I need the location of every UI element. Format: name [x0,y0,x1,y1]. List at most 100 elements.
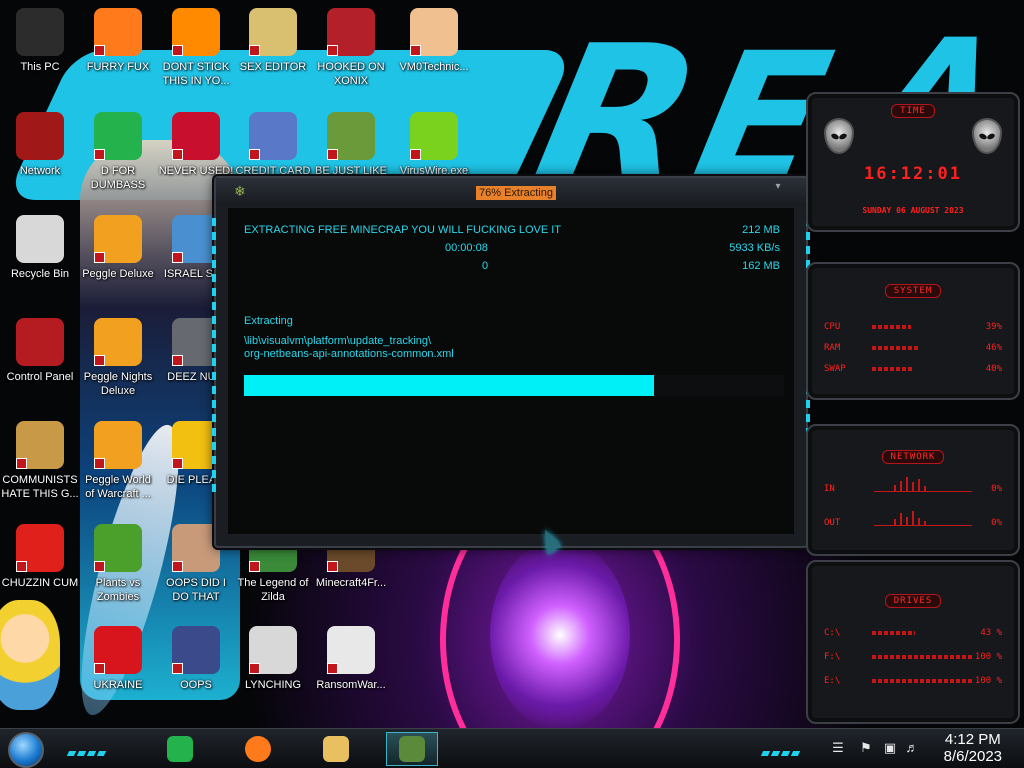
desktop-icon-d-for-dumbass[interactable]: D FOR DUMBASS [78,106,158,206]
desktop-icon-label: COMMUNISTS HATE THIS G... [1,474,79,500]
network-tray-icon[interactable]: ▣ [882,739,898,757]
desktop-icon-label: UKRAINE [93,679,143,691]
errors-value: 0 [482,260,489,272]
desktop-icon-recycle-bin[interactable]: Recycle Bin [0,209,80,309]
desktop-icon-control-panel[interactable]: Control Panel [0,312,80,412]
minecraft-icon [399,736,425,762]
firefox-icon [94,8,142,56]
shortcut-arrow-icon [172,355,183,366]
desktop-icon-ukraine[interactable]: UKRAINE [78,620,158,720]
desktop-icon-label: OOPS DID I DO THAT [166,577,226,603]
desktop-icon-label: Peggle Nights Deluxe [83,371,153,397]
network-gadget[interactable]: NETWORK IN 0% OUT 0% [806,424,1020,556]
gadget-row: OUT 0% [824,518,1002,530]
desktop-icon-label: HOOKED ON XONIX [317,61,385,87]
gadget-row-value: 0% [991,518,1002,528]
desktop-icon-chuzzin-cum[interactable]: CHUZZIN CUM [0,518,80,618]
credit-card-icon [249,112,297,160]
shoe-icon [172,626,220,674]
shortcut-arrow-icon [327,561,338,572]
taskbar-notes-button[interactable] [154,732,206,766]
shortcut-arrow-icon [172,561,183,572]
desktop-icon-plants-vs-zombies[interactable]: Plants vs Zombies [78,518,158,618]
desktop-icon-label: Control Panel [6,371,74,383]
hex-editor-icon [249,8,297,56]
shortcut-arrow-icon [249,561,260,572]
gadget-row-bar [872,325,911,329]
desktop-icon-label: Network [19,165,61,177]
desktop-icon-network[interactable]: Network [0,106,80,206]
desktop-icon-label: Peggle World of Warcraft ... [85,474,151,500]
system-gadget-title: SYSTEM [884,284,942,298]
shortcut-arrow-icon [172,458,183,469]
desktop-icon-vm0technic[interactable]: VM0Technic... [394,2,474,102]
gadget-row: SWAP 40% [824,364,1002,376]
start-button[interactable] [8,732,44,768]
control-panel-icon [16,318,64,366]
status-label: Extracting [244,315,293,327]
window-titlebar[interactable]: ❄ 76% Extracting ▾ [216,178,806,206]
shortcut-arrow-icon [410,45,421,56]
taskbar-minecraft-button[interactable] [386,732,438,766]
desktop-icon-label: FURRY FUX [86,61,150,73]
window-title: 76% Extracting [476,186,556,200]
desktop-icon-peggle-world[interactable]: Peggle World of Warcraft ... [78,415,158,515]
skull-icon [327,626,375,674]
shortcut-arrow-icon [94,149,105,160]
desktop-icon-communists[interactable]: COMMUNISTS HATE THIS G... [0,415,80,515]
radiation-icon [94,626,142,674]
network-gadget-title: NETWORK [881,450,945,464]
taskbar-accent-right [760,743,802,756]
gadget-row-bar [872,631,915,635]
time-gadget[interactable]: TIME 16:12:01 SUNDAY 06 AUGUST 2023 [806,92,1020,232]
drives-gadget[interactable]: DRIVES C:\ 43 % F:\ 100 % E:\ 100 % [806,560,1020,724]
taskbar-clock[interactable]: 4:12 PM 8/6/2023 [944,731,1002,765]
taskbar: ☰ ⚑ ▣ ♬ 4:12 PM 8/6/2023 [0,728,1024,768]
gadget-row-label: CPU [824,322,841,332]
show-hidden-icons-icon[interactable]: ☰ [830,739,846,757]
shortcut-arrow-icon [327,45,338,56]
system-gadget[interactable]: SYSTEM CPU 39% RAM 46% SWAP 40% [806,262,1020,400]
shortcut-arrow-icon [94,663,105,674]
current-file: org-netbeans-api-annotations-common.xml [244,348,454,360]
recycle-bin-icon [16,215,64,263]
taskbar-time: 4:12 PM [944,731,1001,748]
extract-progress-window[interactable]: ❄ 76% Extracting ▾ EXTRACTING FREE MINEC… [212,176,810,548]
gadget-row-value: 46% [985,343,1002,353]
desktop-icon-this-pc[interactable]: This PC [0,2,80,102]
gadget-row-value: 43 % [980,628,1002,638]
desktop-icon-furry-fux[interactable]: FURRY FUX [78,2,158,102]
taskbar-explorer-button[interactable] [310,732,362,766]
vlc-cone-icon [172,8,220,56]
portrait-icon [172,524,220,572]
action-center-flag-icon[interactable]: ⚑ [858,739,874,757]
volume-icon[interactable]: ♬ [904,739,920,757]
taskbar-firefox-button[interactable] [232,732,284,766]
shortcut-arrow-icon [327,663,338,674]
shortcut-arrow-icon [172,663,183,674]
desktop-icon-label: This PC [20,61,60,73]
gadget-row-label: C:\ [824,628,841,638]
desktop-icon-peggle-deluxe[interactable]: Peggle Deluxe [78,209,158,309]
shortcut-arrow-icon [172,252,183,263]
elapsed-time-value: 00:00:08 [445,242,488,254]
desktop-icon-label: The Legend of Zilda [237,577,309,603]
desktop-icon-label: SEX EDITOR [239,61,307,73]
wallpaper-purple-glow [490,540,630,730]
desktop-icon-oops[interactable]: OOPS [156,620,236,720]
xonix-game-icon [327,8,375,56]
desktop-icon-hooked-on-xonix[interactable]: HOOKED ON XONIX [311,2,391,102]
desktop-icon-lynching[interactable]: LYNCHING [233,620,313,720]
desktop-icon-label: OOPS [180,679,212,691]
shortcut-arrow-icon [94,561,105,572]
desktop-icon-dont-stick[interactable]: DONT STICK THIS IN YO... [156,2,236,102]
desktop-icon-sex-editor[interactable]: SEX EDITOR [233,2,313,102]
desktop-icon-peggle-nights[interactable]: Peggle Nights Deluxe [78,312,158,412]
shortcut-arrow-icon [410,149,421,160]
current-path: \lib\visualvm\platform\update_tracking\ [244,335,432,347]
gadget-row-bar [872,367,912,371]
gadget-row-label: F:\ [824,652,841,662]
window-menu-chevron-icon[interactable]: ▾ [770,181,786,193]
desktop-icon-ransomwar[interactable]: RansomWar... [311,620,391,720]
shortcut-arrow-icon [16,458,27,469]
